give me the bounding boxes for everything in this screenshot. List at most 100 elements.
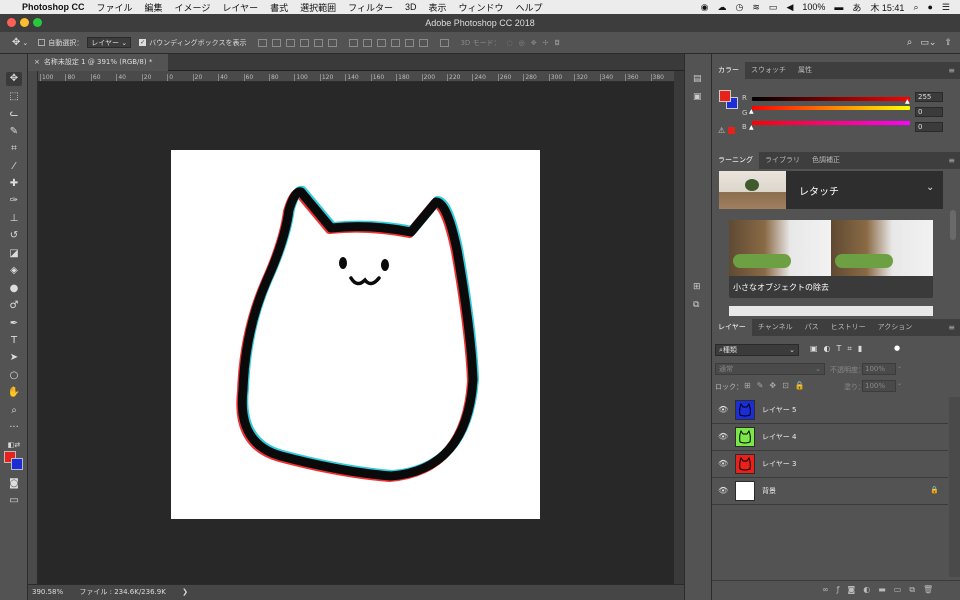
search-icon[interactable]: ⌕ <box>907 37 913 48</box>
channel-b-handle[interactable]: ▲ <box>749 124 754 131</box>
fill-dropdown-icon[interactable]: ⌄ <box>897 380 903 392</box>
menu-type[interactable]: 書式 <box>270 1 288 14</box>
gamut-warning-icon[interactable]: ⚠ <box>718 126 725 135</box>
tool-preset-dropdown[interactable]: ⌄ <box>22 39 28 47</box>
default-colors-icon[interactable]: ◧⇄ <box>6 438 22 452</box>
menu-select[interactable]: 選択範囲 <box>300 1 336 14</box>
align-bottom-icon[interactable] <box>286 38 296 47</box>
eraser-tool-icon[interactable]: ◪ <box>6 247 22 261</box>
tab-paths[interactable]: パス <box>799 319 825 336</box>
menu-layer[interactable]: レイヤー <box>222 1 258 14</box>
tab-adjustments[interactable]: 色調補正 <box>806 152 846 169</box>
marquee-tool-icon[interactable]: ⬚ <box>6 90 22 104</box>
opacity-dropdown-icon[interactable]: ⌄ <box>897 363 903 375</box>
menu-view[interactable]: 表示 <box>428 1 446 14</box>
bounding-box-checkbox[interactable]: ✓ <box>139 39 147 46</box>
learn-card-next[interactable] <box>729 306 933 316</box>
tab-history[interactable]: ヒストリー <box>825 319 872 336</box>
stamp-tool-icon[interactable]: ⊥ <box>6 212 22 226</box>
opacity-field[interactable]: 100% <box>862 363 896 375</box>
mode-3d-icons[interactable]: ◌◎✥✢◘ <box>507 39 566 47</box>
crop-tool-icon[interactable]: ⌗ <box>6 142 22 156</box>
document-tab[interactable]: × 名称未設定 1 @ 391% (RGB/8) * <box>28 54 168 71</box>
auto-select-checkbox[interactable] <box>38 39 46 46</box>
tab-properties[interactable]: 属性 <box>792 62 818 79</box>
tab-color[interactable]: カラー <box>712 62 745 79</box>
menu-window[interactable]: ウィンドウ <box>458 1 503 14</box>
menu-filter[interactable]: フィルター <box>348 1 393 14</box>
distribute-right-icon[interactable] <box>419 38 429 47</box>
tab-layers[interactable]: レイヤー <box>712 319 752 336</box>
paint-bucket-tool-icon[interactable]: ◈ <box>6 264 22 278</box>
channel-g-handle[interactable]: ▲ <box>749 108 754 115</box>
spotlight-icon[interactable]: ⌕ <box>913 2 918 13</box>
channel-r-slider[interactable] <box>752 97 910 101</box>
quick-select-tool-icon[interactable]: ✎ <box>6 125 22 139</box>
hand-tool-icon[interactable]: ✋ <box>6 386 22 400</box>
status-expand-icon[interactable]: ❯ <box>182 588 188 596</box>
zoom-tool-icon[interactable]: ⌕ <box>6 404 22 418</box>
menu-edit[interactable]: 編集 <box>145 1 163 14</box>
creative-cloud-icon[interactable]: ◉ <box>701 2 709 13</box>
align-top-icon[interactable] <box>258 38 268 47</box>
layers-footer-icons[interactable]: ∞ƒ◙◐▬▭⧉🗑 <box>822 585 941 595</box>
distribute-vcenter-icon[interactable] <box>363 38 373 47</box>
volume-icon[interactable]: ◀ <box>786 2 793 13</box>
brush-tool-icon[interactable]: ✑ <box>6 194 22 208</box>
distribute-hcenter-icon[interactable] <box>405 38 415 47</box>
menu-help[interactable]: ヘルプ <box>516 1 543 14</box>
blend-mode-dropdown[interactable]: 通常 ⌄ <box>715 363 825 375</box>
zoom-window-button[interactable] <box>33 18 42 27</box>
glyphs-panel-icon[interactable]: ⊞ <box>693 282 701 292</box>
distribute-left-icon[interactable] <box>391 38 401 47</box>
ellipse-tool-icon[interactable]: ○ <box>6 369 22 383</box>
channel-r-handle[interactable]: ▲ <box>905 98 910 105</box>
gamut-swatch[interactable] <box>728 127 735 134</box>
align-left-icon[interactable] <box>300 38 310 47</box>
learn-panel-menu-icon[interactable]: ≡ <box>948 156 955 165</box>
quick-mask-icon[interactable]: ◙ <box>6 477 22 491</box>
path-select-tool-icon[interactable]: ➤ <box>6 351 22 365</box>
fill-field[interactable]: 100% <box>862 380 896 392</box>
distribute-top-icon[interactable] <box>349 38 359 47</box>
dodge-tool-icon[interactable]: ♂ <box>6 299 22 313</box>
auto-align-icon[interactable] <box>440 38 450 47</box>
screen-mode-icon[interactable]: ▭ <box>6 494 22 508</box>
learn-scrollbar[interactable] <box>950 210 956 240</box>
battery-percent[interactable]: 100% <box>802 2 825 12</box>
cloud-icon[interactable]: ☁ <box>718 2 727 13</box>
visibility-eye-icon[interactable]: 👁 <box>718 459 728 468</box>
move-tool-icon[interactable]: ✥ <box>6 72 22 86</box>
character-panel-icon[interactable]: ⧉ <box>693 300 699 310</box>
blur-tool-icon[interactable]: ● <box>6 282 22 296</box>
tab-libraries[interactable]: ライブラリ <box>759 152 806 169</box>
close-tab-icon[interactable]: × <box>34 58 40 66</box>
pen-tool-icon[interactable]: ✒ <box>6 317 22 331</box>
tab-swatches[interactable]: スウォッチ <box>745 62 792 79</box>
channel-g-slider[interactable] <box>752 106 910 110</box>
close-window-button[interactable] <box>7 18 16 27</box>
layers-scrollbar[interactable] <box>949 397 960 577</box>
share-icon[interactable]: ⇪ <box>944 38 952 48</box>
history-brush-tool-icon[interactable]: ↺ <box>6 229 22 243</box>
menu-3d[interactable]: 3D <box>405 2 417 12</box>
eyedropper-tool-icon[interactable]: ⁄ <box>6 160 22 174</box>
siri-icon[interactable]: ● <box>927 2 932 12</box>
lock-icons[interactable]: ⊞✎✥⊡🔒 <box>744 381 811 390</box>
chevron-down-icon[interactable]: ⌄ <box>926 182 934 193</box>
document-canvas[interactable] <box>171 150 540 519</box>
lock-icon[interactable]: 🔒 <box>930 486 939 494</box>
vertical-ruler[interactable] <box>28 71 38 584</box>
healing-brush-tool-icon[interactable]: ✚ <box>6 177 22 191</box>
layer-filter-dropdown[interactable]: ⌕種類 ⌄ <box>715 344 799 356</box>
layers-panel-menu-icon[interactable]: ≡ <box>948 323 955 332</box>
timemachine-icon[interactable]: ◷ <box>736 2 744 13</box>
layer-row[interactable]: 👁 背景 🔒 <box>712 478 948 505</box>
history-panel-icon[interactable]: ▤ <box>693 74 702 84</box>
battery-icon[interactable]: ▬ <box>834 2 843 12</box>
visibility-eye-icon[interactable]: 👁 <box>718 486 728 495</box>
tab-actions[interactable]: アクション <box>872 319 919 336</box>
channel-b-slider[interactable] <box>752 121 910 125</box>
color-panel-menu-icon[interactable]: ≡ <box>948 66 955 75</box>
visibility-eye-icon[interactable]: 👁 <box>718 432 728 441</box>
